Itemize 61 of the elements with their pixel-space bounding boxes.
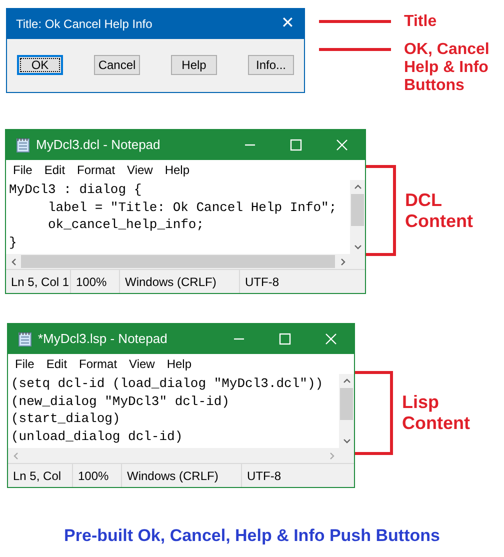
menu-item[interactable]: Help <box>164 161 190 179</box>
code-line: (new_dialog "MyDcl3" dcl-id) <box>11 392 230 410</box>
menu-item[interactable]: View <box>129 355 155 373</box>
leader-line <box>319 48 391 51</box>
horizontal-scrollbar[interactable] <box>6 254 365 269</box>
menu-item[interactable]: Help <box>166 355 192 373</box>
leader-line <box>319 20 391 23</box>
chevron-up-icon[interactable] <box>354 183 362 191</box>
menu-item[interactable]: Edit <box>44 161 66 179</box>
annotation-label: Lisp Content <box>402 392 471 434</box>
chevron-down-icon[interactable] <box>342 437 350 445</box>
maximize-icon[interactable] <box>290 139 302 151</box>
window-title: *MyDcl3.lsp - Notepad <box>38 330 168 348</box>
close-icon[interactable] <box>325 333 337 345</box>
window-title: MyDcl3.dcl - Notepad <box>36 136 162 154</box>
vertical-scrollbar[interactable] <box>339 374 354 448</box>
annotation-label: OK, Cancel Help & Info Buttons <box>404 41 490 95</box>
scroll-thumb[interactable] <box>21 255 335 268</box>
menu-item[interactable]: Edit <box>46 355 68 373</box>
menu-item[interactable]: Format <box>79 355 118 373</box>
text-area[interactable]: (setq dcl-id (load_dialog "MyDcl3.dcl")) (new_dialog "MyDcl3" dcl-id) (start_dialog) (unload_dialog dcl-id) <box>8 374 339 448</box>
vertical-scrollbar[interactable] <box>350 180 365 254</box>
window-title: Title: Ok Cancel Help Info <box>16 16 152 33</box>
code-line: (setq dcl-id (load_dialog "MyDcl3.dcl")) <box>11 375 324 393</box>
chevron-up-icon[interactable] <box>342 377 350 385</box>
code-line: (start_dialog) <box>11 410 122 428</box>
status-text: UTF-8 <box>239 270 319 293</box>
code-line: ok_cancel_help_info; <box>47 216 206 234</box>
code-line: } <box>9 234 18 252</box>
notepad-icon <box>16 137 30 153</box>
maximize-icon[interactable] <box>279 333 291 345</box>
code-line: MyDcl3 : dialog { <box>9 181 143 199</box>
status-text: 100% <box>70 270 119 293</box>
dialog-button[interactable]: OK <box>17 55 63 75</box>
dialog-button[interactable]: Cancel <box>94 55 140 75</box>
scroll-thumb[interactable] <box>351 194 364 226</box>
notepad-icon <box>18 331 32 347</box>
status-text: Ln 5, Col <box>12 468 62 484</box>
annotation-label: DCL Content <box>405 190 474 232</box>
close-icon[interactable] <box>336 139 348 151</box>
dialog-button[interactable]: Help <box>171 55 217 75</box>
menu-item[interactable]: View <box>127 161 153 179</box>
menu-item[interactable]: File <box>13 161 32 179</box>
caption: Pre-built Ok, Cancel, Help & Info Push Buttons <box>64 525 440 547</box>
dialog-button[interactable]: Info... <box>248 55 294 75</box>
text-area[interactable]: MyDcl3 : dialog { label = "Title: Ok Cancel Help Info"; ok_cancel_help_info; } <box>6 180 350 254</box>
menu-item[interactable]: File <box>15 355 34 373</box>
status-text: 100% <box>72 464 121 487</box>
status-text: UTF-8 <box>241 464 321 487</box>
annotation-label: Title <box>404 13 438 31</box>
menu-item[interactable]: Format <box>77 161 116 179</box>
status-text: Windows (CRLF) <box>119 270 239 293</box>
scroll-thumb[interactable] <box>340 388 353 420</box>
status-text: Windows (CRLF) <box>121 464 241 487</box>
close-button[interactable]: ✕ <box>281 12 294 36</box>
chevron-right-icon[interactable] <box>338 258 346 266</box>
code-line: (unload_dialog dcl-id) <box>11 428 184 446</box>
status-text: Ln 5, Col 1 <box>10 274 70 290</box>
code-line: label = "Title: Ok Cancel Help Info"; <box>47 198 338 216</box>
chevron-down-icon[interactable] <box>354 243 362 251</box>
chevron-left-icon[interactable] <box>10 258 18 266</box>
